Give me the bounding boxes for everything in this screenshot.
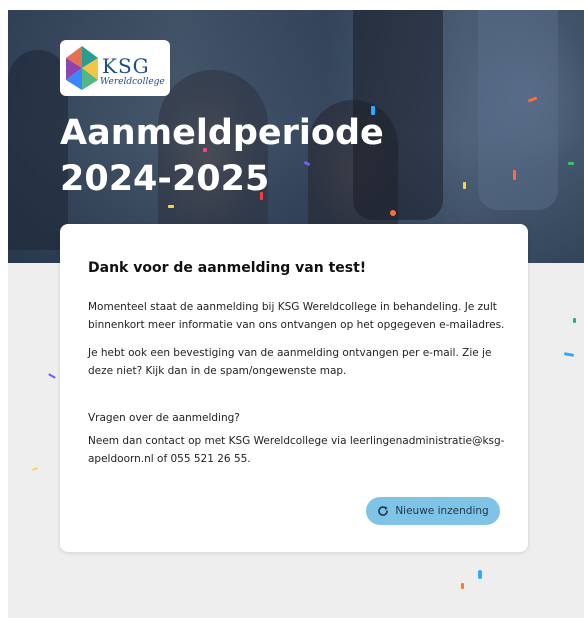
- new-submission-label: Nieuwe inzending: [395, 505, 489, 517]
- new-submission-button[interactable]: Nieuwe inzending: [366, 497, 500, 525]
- page-title: Aanmeldperiode 2024-2025: [60, 113, 384, 199]
- confirmation-card: Dank voor de aanmelding van test! Moment…: [60, 224, 528, 552]
- confetti: [461, 583, 464, 589]
- logo-subtext: Wereldcollege: [100, 77, 165, 87]
- status-paragraph: Momenteel staat de aanmelding bij KSG We…: [88, 301, 505, 331]
- confetti: [478, 570, 482, 579]
- questions-heading: Vragen over de aanmelding?: [88, 412, 240, 424]
- confetti: [371, 106, 375, 115]
- confetti: [563, 352, 575, 357]
- contact-paragraph: Neem dan contact op met KSG Wereldcolleg…: [88, 435, 505, 465]
- logo-mark-icon: [66, 46, 98, 90]
- email-confirmation-paragraph: Je hebt ook een bevestiging van de aanme…: [88, 347, 492, 377]
- school-logo[interactable]: KSG Wereldcollege: [60, 40, 170, 96]
- page: KSG Wereldcollege Aanmeldperiode 2024-20…: [8, 10, 584, 618]
- confetti: [513, 170, 516, 180]
- confetti: [168, 205, 174, 208]
- confetti: [260, 192, 263, 200]
- card-heading: Dank voor de aanmelding van test!: [88, 260, 367, 276]
- confetti: [203, 148, 207, 152]
- refresh-icon: [378, 506, 389, 516]
- confetti: [48, 373, 56, 379]
- confetti: [573, 318, 576, 323]
- hero-photo-figure: [8, 50, 68, 250]
- logo-text: KSG: [102, 54, 150, 78]
- confetti: [463, 182, 466, 189]
- confetti: [568, 162, 574, 165]
- confetti: [31, 467, 39, 471]
- confetti: [390, 210, 396, 216]
